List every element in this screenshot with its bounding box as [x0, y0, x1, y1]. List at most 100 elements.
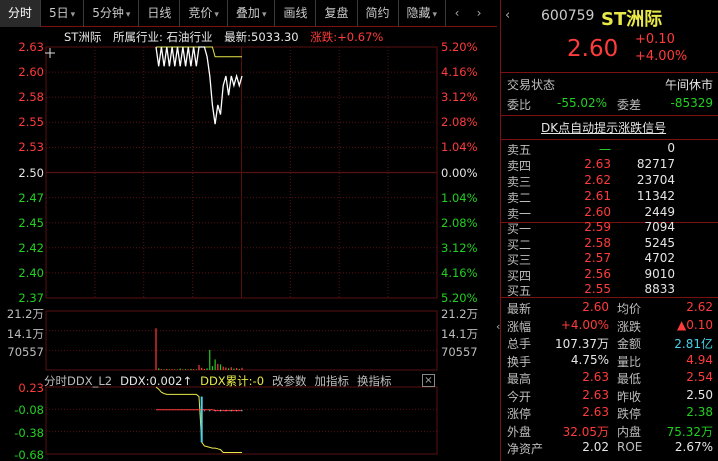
bids-volume: 9010: [644, 266, 675, 281]
ddx-title[interactable]: 分时DDX_L2: [44, 373, 112, 389]
chart-index-change: 涨跌:+0.67%: [310, 30, 384, 44]
trade-status-row: 交易状态 午间休市: [501, 76, 718, 94]
stat-value: 4.94: [686, 352, 713, 367]
tab-8[interactable]: 简约: [358, 0, 399, 27]
add-indicator-button[interactable]: 加指标: [315, 373, 350, 389]
asks-label: 卖四: [507, 159, 532, 173]
stat-value: 2.60: [582, 300, 609, 314]
tab-3[interactable]: 日线: [139, 0, 181, 27]
ddx-axis-label: -0.38: [14, 425, 44, 440]
pct-axis-label: 1.04%: [441, 140, 478, 155]
asks-volume: 0: [667, 141, 675, 155]
pct-axis-label: 4.16%: [441, 265, 478, 280]
pct-axis-label: 1.04%: [441, 190, 478, 205]
tab-label: 5日: [49, 6, 69, 20]
period-toolbar: 分时 5日 ▾ 5分钟 ▾ 日线 竞价 ▾ 叠加 ▾ 画线 复盘 简约 隐藏 ▾ ‹ ›: [0, 0, 497, 27]
stats-row: 最高 2.63 最低 2.54: [501, 370, 718, 388]
stat-label: ROE: [617, 440, 643, 454]
stat-label: 昨收: [617, 389, 642, 404]
toolbar-prev-icon[interactable]: ‹: [446, 0, 468, 27]
dk-signal-link[interactable]: DK点自动提示涨跌信号: [501, 119, 718, 137]
ddx-cum-line: [156, 409, 242, 412]
pct-axis-label: 3.12%: [441, 240, 478, 255]
price-axis-label: 2.45: [18, 215, 44, 230]
bids-volume: 5245: [644, 235, 675, 250]
stat-value: 32.05万: [562, 424, 609, 439]
stat-label: 量比: [617, 354, 642, 369]
stat-label: 换手: [507, 354, 532, 369]
order-ratio-row: 委比 -55.02% 委差 -85329: [501, 96, 718, 114]
tab-9[interactable]: 隐藏 ▾: [399, 0, 447, 27]
tab-label: 简约: [365, 6, 390, 20]
ddx-axis-label: -0.08: [14, 403, 44, 418]
stat-value: 2.38: [686, 405, 713, 419]
stats-row: 涨停 2.63 跌停 2.38: [501, 405, 718, 423]
stat-value: +4.00%: [560, 317, 609, 332]
chevron-down-icon: ▾: [261, 10, 267, 20]
price-change: +0.10: [635, 32, 675, 47]
chart-stock-name: ST洲际: [64, 30, 102, 44]
tab-7[interactable]: 复盘: [316, 0, 358, 27]
tab-label: 叠加: [235, 6, 260, 20]
intraday-chart[interactable]: ST洲际 所属行业: 石油行业 最新:5033.30 涨跌:+0.67% 2.6…: [0, 27, 497, 461]
chart-latest-index: 最新:5033.30: [224, 30, 299, 44]
price-line: [155, 46, 243, 125]
collapse-panel-icon[interactable]: ‹: [496, 320, 500, 333]
bids-volume: 7094: [644, 220, 675, 234]
current-price: 2.60: [567, 36, 619, 62]
asks-volume: 23704: [636, 173, 675, 187]
bids-price: 2.58: [584, 235, 611, 250]
tab-6[interactable]: 画线: [275, 0, 317, 27]
switch-indicator-button[interactable]: 换指标: [357, 373, 392, 389]
asks-label: 卖三: [507, 175, 532, 189]
ddx-avg-line: [155, 386, 242, 453]
asks-price: 2.60: [584, 205, 611, 219]
change-params-button[interactable]: 改参数: [272, 373, 307, 389]
volume-axis-label: 70557: [7, 345, 44, 360]
volume-panel-frame: [45, 310, 438, 371]
stock-code: 600759: [541, 8, 595, 24]
ddx-cum-value: DDX累计:-0: [200, 374, 265, 388]
stat-label: 内盘: [617, 424, 642, 439]
chart-info-line: ST洲际 所属行业: 石油行业 最新:5033.30 涨跌:+0.67%: [64, 29, 391, 45]
wei-bi-label: 委比: [507, 98, 532, 112]
tab-label: 5分钟: [92, 6, 124, 20]
stat-value: 2.54: [686, 370, 713, 384]
tab-2[interactable]: 5分钟 ▾: [84, 0, 140, 27]
toolbar-next-icon[interactable]: ›: [468, 0, 490, 27]
tab-label: 画线: [283, 6, 308, 20]
asks-volume: 11342: [636, 189, 675, 203]
tab-0[interactable]: 分时: [0, 0, 42, 27]
bids-price: 2.56: [584, 266, 611, 281]
stat-value: 2.67%: [674, 440, 713, 454]
stat-value: 75.32万: [666, 424, 713, 439]
tab-4[interactable]: 竞价 ▾: [180, 0, 228, 27]
quote-panel: ‹ 600759 ST洲际 2.60 +0.10 +4.00% 交易状态 午间休…: [496, 0, 718, 461]
price-axis-label: 2.53: [18, 140, 44, 155]
stats-row: 换手 4.75% 量比 4.94: [501, 353, 718, 371]
pct-axis-label: 5.20%: [441, 40, 478, 54]
asks-volume: 2449: [644, 205, 675, 219]
stat-label: 净资产: [507, 442, 544, 456]
asks-price: 2.62: [584, 173, 611, 187]
bids-price: 2.57: [584, 251, 611, 265]
tab-label: 隐藏: [406, 6, 431, 20]
tab-label: 分时: [8, 6, 33, 20]
chart-industry: 所属行业: 石油行业: [112, 30, 213, 44]
bids-volume: 8833: [644, 282, 675, 296]
asks-volume: 82717: [636, 157, 675, 171]
wei-bi-value: -55.02%: [557, 96, 608, 110]
price-axis-label: 2.42: [18, 240, 44, 255]
stat-label: 均价: [617, 302, 642, 316]
chevron-down-icon: ▾: [214, 10, 219, 20]
dk-signal-text[interactable]: DK点自动提示涨跌信号: [541, 119, 666, 136]
close-icon[interactable]: ×: [422, 374, 435, 387]
tab-5[interactable]: 叠加 ▾: [228, 0, 276, 27]
volume-axis-label-right: 14.1万: [441, 326, 479, 341]
price-axis-label: 2.47: [18, 190, 44, 205]
scroll-left-icon[interactable]: ‹: [505, 8, 510, 23]
price-change-pct: +4.00%: [635, 49, 688, 64]
chart-canvas[interactable]: [0, 27, 497, 461]
tab-1[interactable]: 5日 ▾: [41, 0, 85, 27]
ddx-value: DDX:0.002↑: [120, 374, 193, 388]
